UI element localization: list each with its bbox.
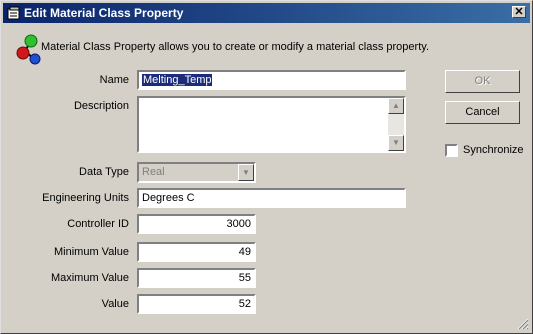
resize-grip-icon[interactable] [517,318,529,330]
chevron-down-icon[interactable]: ▼ [238,164,254,181]
name-field[interactable]: Melting_Temp [137,70,406,90]
value-field-value: 52 [238,298,251,310]
data-type-label: Data Type [79,166,129,178]
engineering-units-label: Engineering Units [42,192,129,204]
close-button[interactable]: ✕ [512,6,526,18]
controller-id-label: Controller ID [67,218,129,230]
synchronize-label[interactable]: Synchronize [463,144,524,156]
description-scrollbar[interactable]: ▲ ▼ [388,98,404,151]
scroll-up-icon[interactable]: ▲ [388,98,404,114]
minimum-value-label: Minimum Value [54,246,129,258]
description-field[interactable]: ▲ ▼ [137,96,406,153]
data-type-select[interactable]: Real ▼ [137,162,256,183]
controller-id-value: 3000 [226,218,251,230]
cancel-button[interactable]: Cancel [445,101,520,124]
synchronize-checkbox[interactable] [445,144,458,157]
ok-button[interactable]: OK [445,70,520,93]
name-field-value: Melting_Temp [142,74,213,86]
material-molecule-icon [16,34,41,65]
engineering-units-field[interactable]: Degrees C [137,188,406,208]
engineering-units-value: Degrees C [142,192,195,204]
controller-id-field[interactable]: 3000 [137,214,256,234]
maximum-value-field[interactable]: 55 [137,268,256,288]
value-label: Value [101,298,129,310]
description-label: Description [73,100,129,112]
minimum-value-field[interactable]: 49 [137,242,256,262]
value-field[interactable]: 52 [137,294,256,314]
properties-icon [7,6,20,20]
maximum-value-label: Maximum Value [50,272,129,284]
minimum-value-value: 49 [238,246,251,258]
close-icon: ✕ [514,6,524,18]
name-label: Name [99,74,129,86]
dialog-window: Edit Material Class Property ✕ Material … [0,0,533,334]
maximum-value-value: 55 [238,272,251,284]
data-type-value: Real [142,166,165,178]
window-title: Edit Material Class Property [24,6,184,20]
title-bar[interactable]: Edit Material Class Property ✕ [3,3,530,23]
info-text: Material Class Property allows you to cr… [41,41,429,53]
scroll-down-icon[interactable]: ▼ [388,135,404,151]
